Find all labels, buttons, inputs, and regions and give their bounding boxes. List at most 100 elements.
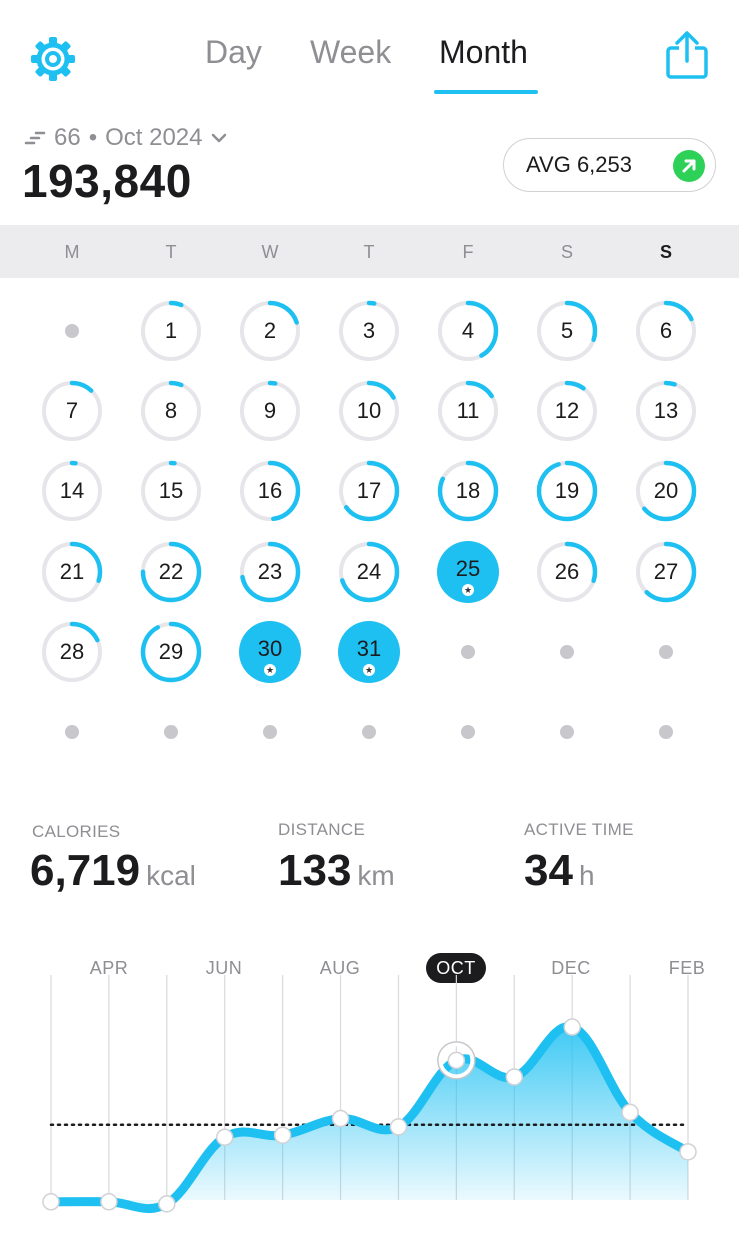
chevron-down-icon [211, 133, 226, 143]
calendar-day[interactable]: 6 [634, 299, 698, 363]
chart-point[interactable] [273, 1126, 292, 1144]
goal-star-icon: ★ [264, 664, 276, 676]
calendar-day[interactable]: 25 ★ [436, 540, 500, 604]
calendar-day-number: 23 [257, 559, 283, 584]
calendar-day-number: 6 [659, 318, 673, 343]
calendar-day-number: 27 [653, 559, 679, 584]
weekday-label: T [165, 242, 177, 262]
average-label: AVG 6,253 [526, 152, 632, 177]
empty-day-dot [659, 645, 673, 659]
chart-point[interactable] [563, 1018, 581, 1036]
chart-point[interactable] [389, 1118, 408, 1136]
calendar-day-number: 12 [554, 398, 580, 423]
chart-point[interactable] [679, 1143, 697, 1161]
calendar-day[interactable]: 20 [634, 459, 698, 523]
tab-week[interactable]: Week [310, 34, 391, 71]
calendar-day-number: 22 [158, 559, 184, 584]
calendar-day-number: 19 [554, 478, 580, 503]
calendar-day[interactable]: 12 [535, 379, 599, 443]
monthly-steps-chart[interactable] [0, 945, 739, 1243]
calendar-day-number: 3 [362, 318, 376, 343]
total-steps: 193,840 [22, 155, 192, 207]
active-tab-indicator [434, 90, 538, 94]
empty-day-dot [659, 725, 673, 739]
calendar-day[interactable]: 1 [139, 299, 203, 363]
calendar-day-number: 14 [59, 478, 85, 503]
calendar-day[interactable]: 27 [634, 540, 698, 604]
calendar-day[interactable]: 23 [238, 540, 302, 604]
weekday-label: F [462, 242, 474, 262]
calendar-day[interactable]: 4 [436, 299, 500, 363]
calendar-day-number: 16 [257, 478, 283, 503]
calendar-day[interactable]: 15 [139, 459, 203, 523]
share-button[interactable] [665, 30, 709, 80]
chart-point[interactable] [621, 1103, 639, 1122]
goal-star-icon: ★ [462, 584, 474, 596]
calendar-day-number: 18 [455, 478, 481, 503]
distance-stat: 133 km [278, 846, 395, 896]
calories-unit: kcal [146, 860, 196, 891]
empty-day-dot [263, 725, 277, 739]
period-label: Oct 2024 [105, 124, 203, 151]
calendar-day[interactable]: 19 [535, 459, 599, 523]
calendar-day-number: 20 [653, 478, 679, 503]
empty-day-dot [65, 725, 79, 739]
period-selector[interactable]: 66 • Oct 2024 [24, 124, 235, 152]
active-time-value: 34 [524, 846, 573, 895]
calendar-day-number: 24 [356, 559, 382, 584]
calendar-day[interactable]: 18 [436, 459, 500, 523]
calories-value: 6,719 [30, 846, 141, 895]
calendar-day[interactable]: 22 [139, 540, 203, 604]
chart-point[interactable] [331, 1109, 350, 1128]
calendar-day[interactable]: 11 [436, 379, 500, 443]
empty-day-dot [65, 324, 79, 338]
calendar-day[interactable]: 5 [535, 299, 599, 363]
chart-point[interactable] [158, 1195, 176, 1213]
calendar-day[interactable]: 28 [40, 620, 104, 684]
weekday-header: M T W T F S S [0, 225, 739, 278]
calendar-day[interactable]: 16 [238, 459, 302, 523]
calendar-day[interactable]: 14 [40, 459, 104, 523]
settings-button[interactable] [30, 36, 76, 82]
share-icon [666, 31, 708, 79]
chart-point[interactable] [505, 1068, 524, 1086]
calendar-day-number: 28 [59, 639, 85, 664]
distance-label: DISTANCE [278, 820, 366, 839]
chart-point[interactable] [42, 1193, 60, 1211]
calendar-day[interactable]: 8 [139, 379, 203, 443]
calendar-day-number: 1 [164, 318, 178, 343]
calendar-day[interactable]: 21 [40, 540, 104, 604]
average-badge[interactable]: AVG 6,253 [503, 138, 716, 192]
steps-count: 66 [54, 124, 81, 151]
calendar-day[interactable]: 30 ★ [238, 620, 302, 684]
calendar-day-number: 7 [65, 398, 79, 423]
calendar-day-number: 5 [560, 318, 574, 343]
calendar-day[interactable]: 31 ★ [337, 620, 401, 684]
weekday-label: T [363, 242, 375, 262]
chart-point[interactable] [215, 1128, 234, 1147]
weekday-label: W [261, 242, 279, 262]
calendar-day[interactable]: 29 [139, 620, 203, 684]
calendar-day[interactable]: 26 [535, 540, 599, 604]
calendar-day[interactable]: 17 [337, 459, 401, 523]
calendar-day[interactable]: 24 [337, 540, 401, 604]
calendar-day[interactable]: 13 [634, 379, 698, 443]
calendar-day[interactable]: 3 [337, 299, 401, 363]
weekday-label: S [659, 242, 672, 262]
empty-day-dot [461, 725, 475, 739]
calendar-day[interactable]: 9 [238, 379, 302, 443]
empty-day-dot [560, 725, 574, 739]
chart-point[interactable] [447, 1051, 466, 1070]
active-time-stat: 34 h [524, 846, 595, 896]
chart-point[interactable] [100, 1193, 118, 1211]
tab-day[interactable]: Day [205, 34, 262, 71]
tab-month[interactable]: Month [439, 34, 528, 71]
calendar-day-number: 2 [263, 318, 277, 343]
calendar-day[interactable]: 7 [40, 379, 104, 443]
steps-icon [24, 131, 46, 145]
empty-day-dot [362, 725, 376, 739]
separator: • [88, 124, 98, 151]
goal-star-icon: ★ [363, 664, 375, 676]
calendar-day[interactable]: 2 [238, 299, 302, 363]
calendar-day[interactable]: 10 [337, 379, 401, 443]
